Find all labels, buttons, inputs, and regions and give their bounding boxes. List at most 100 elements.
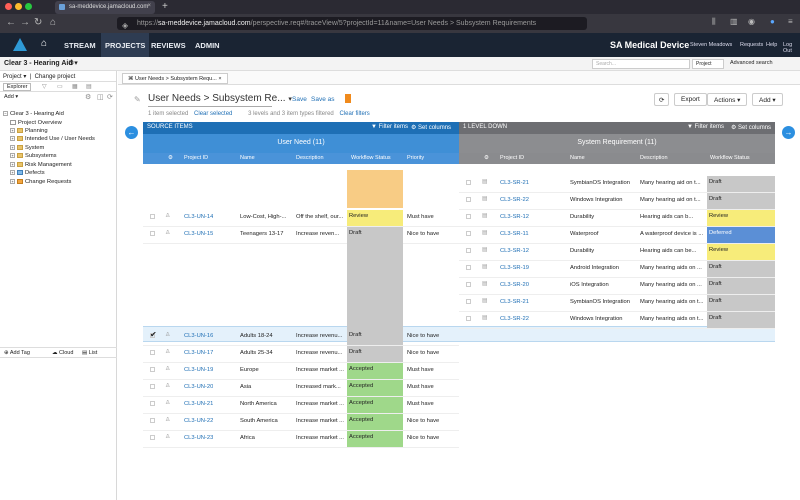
item-id-link[interactable]: CL3-UN-19 [184,367,213,373]
row-checkbox[interactable] [466,282,471,287]
row-checkbox[interactable] [150,435,155,440]
search-input[interactable]: Search... [592,59,690,69]
table-row[interactable]: ▤ CL3-SR-19 Android Integration Many hearin… [459,261,775,277]
table-row[interactable]: ▤ CL3-SR-11 Waterproof A waterproof device … [459,227,775,243]
maximize-window-icon[interactable] [25,3,32,10]
project-settings-icon[interactable]: ⚙▾ [68,59,78,67]
account-icon[interactable]: ◉ [748,17,755,26]
expand-toggle-icon[interactable]: + [10,162,15,167]
reload-icon[interactable]: ↻ [34,17,42,28]
row-checkbox[interactable] [466,180,471,185]
jama-logo[interactable] [13,38,27,51]
item-id-link[interactable]: CL3-UN-23 [184,435,213,441]
tree-item[interactable]: + Defects [10,170,45,176]
col-name[interactable]: Name [570,155,585,161]
edit-icon[interactable]: ✎ [134,95,141,104]
table-row[interactable]: ♙ CL3-UN-16 Adults 18-24 Increase revenu...… [143,329,459,345]
col-description[interactable]: Description [296,155,324,161]
nav-admin[interactable]: ADMIN [191,41,224,50]
col-priority[interactable]: Priority [407,155,424,161]
sidebar-icon[interactable]: ▥ [730,17,738,26]
actions-button[interactable]: Actions ▾ [707,93,748,106]
back-icon[interactable]: ← [6,17,16,28]
row-checkbox[interactable] [150,384,155,389]
new-tab-icon[interactable]: + [162,1,168,12]
table-row[interactable]: ▤ CL3-SR-22 Windows Integration Many hearin… [459,193,775,209]
item-id-link[interactable]: CL3-SR-12 [500,248,529,254]
scroll-right-icon[interactable]: → [782,126,795,139]
col-workflow-status[interactable]: Workflow Status [710,155,750,161]
close-window-icon[interactable] [5,3,12,10]
table-row[interactable]: ▤ CL3-SR-22 Windows Integration Many hearin… [459,312,775,328]
table-row[interactable]: ♙ CL3-UN-20 Asia Increased mark... Accepted M… [143,380,459,396]
tree-item[interactable]: + Subsystems [10,153,57,159]
change-project-link[interactable]: Change project [35,74,76,80]
item-id-link[interactable]: CL3-UN-16 [184,333,213,339]
expand-toggle-icon[interactable]: + [10,153,15,158]
tree-item[interactable]: + Risk Management [10,162,72,168]
grid-view-icon[interactable]: ▦ [72,83,78,90]
refresh-button[interactable]: ⟳ [654,93,670,106]
tree-item[interactable]: + System [10,145,44,151]
col-description[interactable]: Description [640,155,668,161]
save-link[interactable]: Save [292,96,307,103]
address-bar[interactable]: ◈ https://sa-meddevice.jamacloud.com/per… [117,17,587,30]
explorer-tab[interactable]: Explorer [3,83,32,91]
help-link[interactable]: Help [766,42,777,48]
col-workflow-status[interactable]: Workflow Status [351,155,391,161]
filter-icon[interactable]: ▽ [42,83,47,90]
forward-icon[interactable]: → [20,17,30,28]
library-icon[interactable]: ⫼ [712,17,716,27]
collapse-toggle-icon[interactable]: − [3,111,8,116]
row-checkbox[interactable] [150,418,155,423]
minimize-window-icon[interactable] [15,3,22,10]
requests-link[interactable]: Requests [740,42,763,48]
item-id-link[interactable]: CL3-SR-12 [500,214,529,220]
table-row[interactable]: ♙ CL3-UN-14 Low-Cost, High-... Off the shel… [143,210,459,226]
add-dropdown[interactable]: Add ▾ [4,94,18,100]
item-id-link[interactable]: CL3-UN-17 [184,350,213,356]
item-id-link[interactable]: CL3-UN-20 [184,384,213,390]
item-id-link[interactable]: CL3-UN-21 [184,401,213,407]
table-row[interactable]: ♙ CL3-UN-21 North America Increase market .… [143,397,459,413]
set-columns-button[interactable]: ⚙ Set columns [411,124,451,131]
table-row[interactable]: ♙ CL3-UN-23 Africa Increase market ... Accep… [143,431,459,447]
table-row[interactable]: ▤ CL3-SR-21 SymbianOS Integration Many hear… [459,295,775,311]
logout-link[interactable]: Log Out [783,42,800,54]
list-view-button[interactable]: ▤ List [82,350,97,356]
clear-filters-link[interactable]: Clear filters [339,111,369,117]
expand-toggle-icon[interactable]: + [10,136,15,141]
row-checkbox[interactable] [466,248,471,253]
filter-items-button-right[interactable]: ▼ Filter items [687,124,724,130]
breadcrumb-tab[interactable]: ⌘ User Needs > Subsystem Requ... × [122,73,228,84]
tree-item[interactable]: + Planning [10,128,48,134]
table-row[interactable]: ▤ CL3-SR-21 SymbianOS Integration Many hear… [459,176,775,192]
row-checkbox[interactable] [150,401,155,406]
table-row[interactable]: ▤ CL3-SR-20 iOS Integration Many hearing ai… [459,278,775,294]
close-tab-icon[interactable]: × [147,3,151,9]
item-id-link[interactable]: CL3-UN-22 [184,418,213,424]
row-checkbox[interactable] [150,231,155,236]
nav-reviews[interactable]: REVIEWS [147,41,190,50]
item-id-link[interactable]: CL3-SR-19 [500,265,529,271]
list-view-icon[interactable]: ▭ [57,83,63,90]
item-id-link[interactable]: CL3-SR-22 [500,197,529,203]
add-button[interactable]: Add ▾ [752,93,783,106]
save-as-link[interactable]: Save as [311,96,335,103]
item-id-link[interactable]: CL3-SR-21 [500,299,529,305]
col-project-id[interactable]: Project ID [184,155,208,161]
project-name[interactable]: Clear 3 - Hearing Aid [4,60,73,67]
filter-items-button[interactable]: ▼ Filter items [371,124,408,130]
home-icon[interactable]: ⌂ [50,17,56,28]
set-columns-button-right[interactable]: ⚙ Set columns [731,124,771,131]
item-id-link[interactable]: CL3-SR-21 [500,180,529,186]
relationship-icon[interactable]: ▤ [86,83,92,90]
expand-toggle-icon[interactable]: + [10,145,15,150]
clear-selected-link[interactable]: Clear selected [194,111,232,117]
export-button[interactable]: Export [674,93,707,106]
collapse-icon[interactable]: ◫ [97,93,104,101]
user-menu[interactable]: Steven Meadows [690,42,732,48]
tree-item[interactable]: + Intended Use / User Needs [10,136,95,142]
browser-tab[interactable]: sa-meddevice.jamacloud.com × [55,1,155,14]
tree-item[interactable]: + Change Requests [10,179,71,185]
